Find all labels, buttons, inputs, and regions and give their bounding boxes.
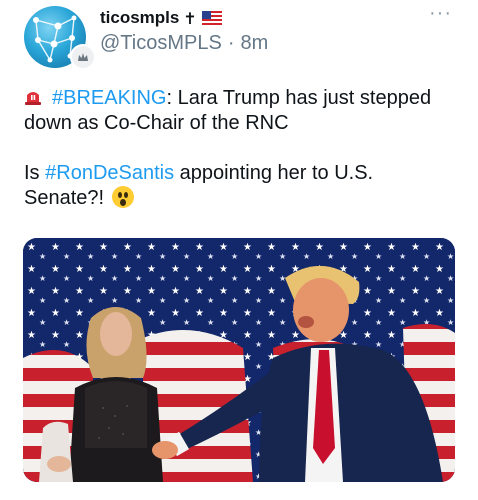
police-siren-icon: [24, 87, 42, 105]
cross-symbol: ✝: [183, 8, 197, 28]
tweet-body: #BREAKING: Lara Trump has just stepped d…: [24, 86, 460, 211]
meta-separator: ·: [227, 32, 235, 54]
tweet-text-3b: appointing her to U.S.: [174, 162, 374, 184]
tweet-text-1: : Lara Trump has just stepped: [166, 87, 432, 109]
display-name[interactable]: ticosmpls: [100, 8, 179, 28]
author-name-row[interactable]: ticosmpls ✝: [100, 8, 222, 28]
tweet-photo[interactable]: ★ ★: [23, 238, 455, 482]
user-handle[interactable]: @TicosMPLS: [100, 32, 222, 55]
tweet-line-4: Senate?!: [24, 186, 460, 211]
us-flag-icon: [201, 11, 222, 25]
more-options-icon[interactable]: ···: [429, 2, 452, 25]
tweet-line-1: #BREAKING: Lara Trump has just stepped: [24, 86, 460, 111]
tweet-text-4: Senate?!: [24, 187, 110, 209]
photo-image: ★ ★: [23, 238, 455, 482]
hashtag-rondesantis[interactable]: #RonDeSantis: [45, 162, 174, 184]
account-badge-icon: [70, 44, 96, 70]
tweet-text-3a: Is: [24, 162, 46, 184]
hashtag-breaking[interactable]: #BREAKING: [52, 87, 166, 109]
tweet-timestamp[interactable]: 8m: [240, 32, 268, 55]
tweet-line-3: Is #RonDeSantis appointing her to U.S.: [24, 161, 460, 186]
tweet-line-2: down as Co-Chair of the RNC: [24, 112, 289, 134]
surprised-face-icon: [111, 186, 134, 208]
handle-row: @TicosMPLS · 8m: [100, 32, 268, 55]
